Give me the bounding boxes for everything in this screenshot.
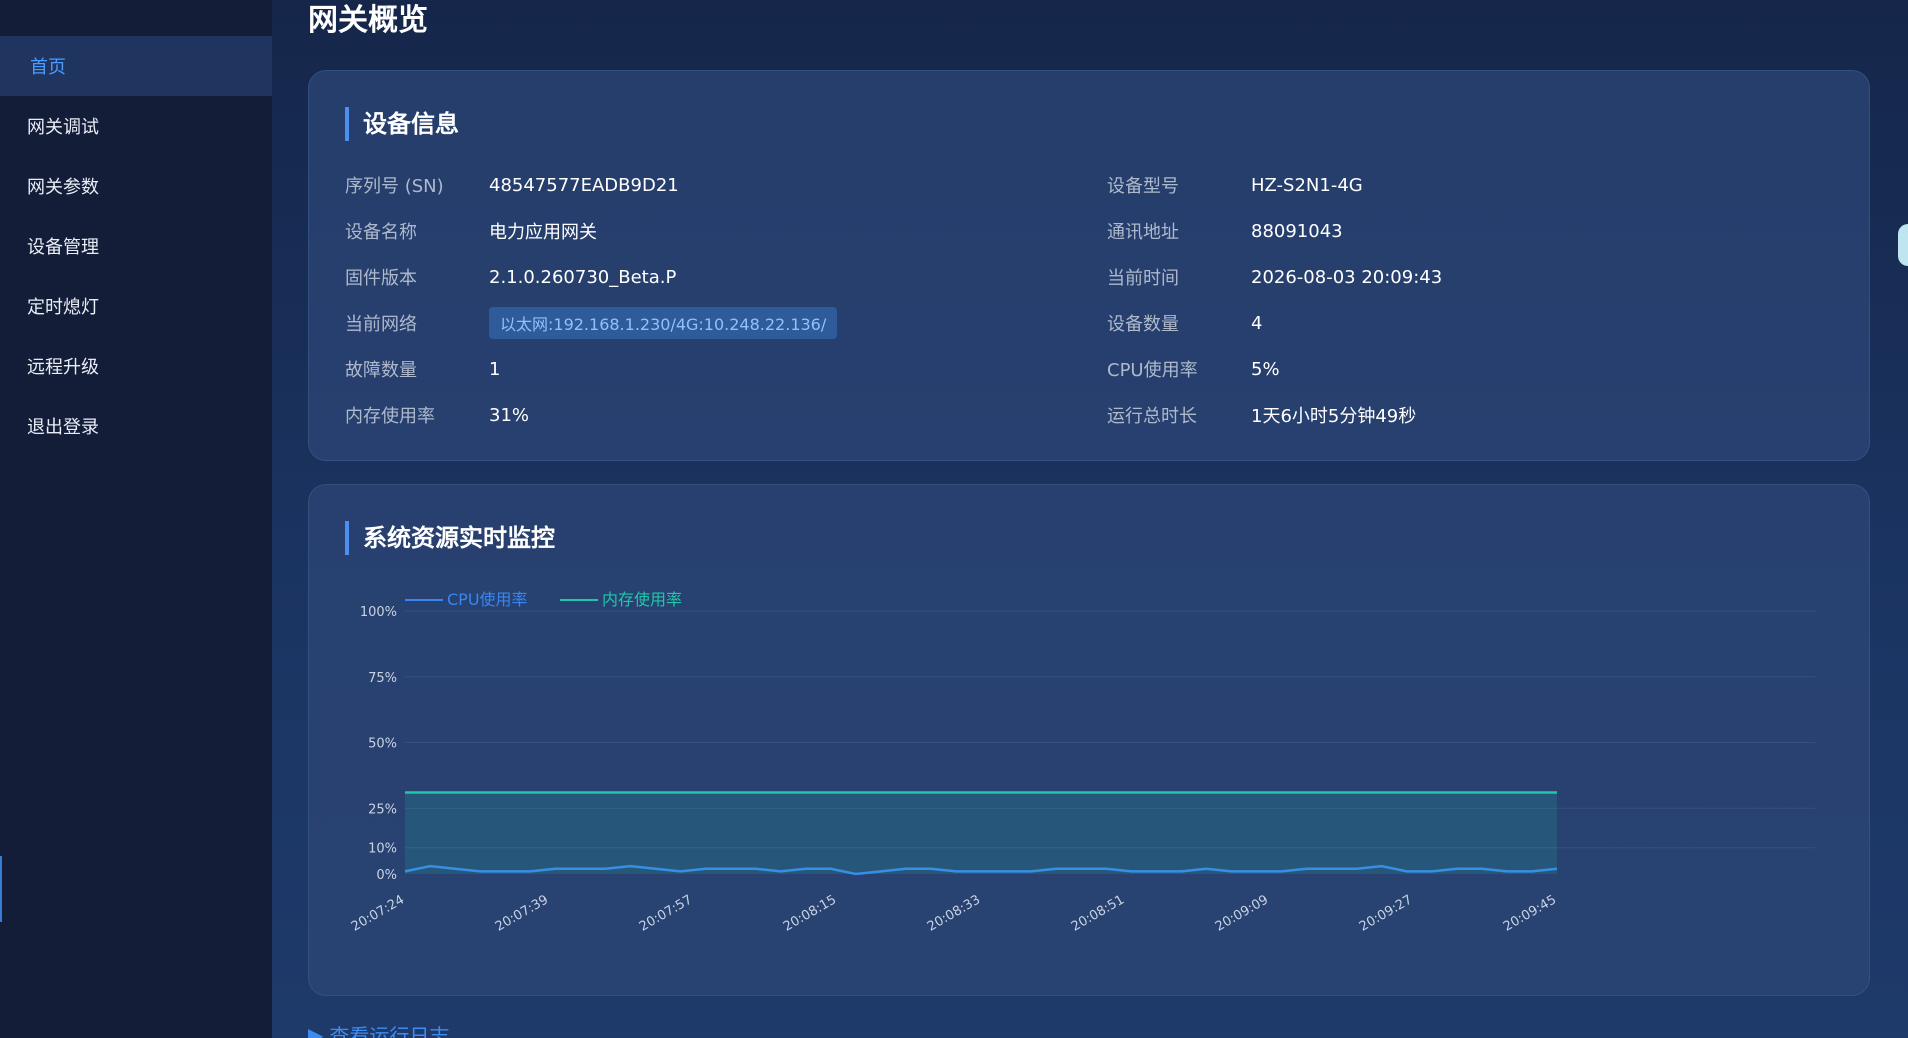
sidebar-item-gateway-params[interactable]: 网关参数 (0, 156, 272, 216)
sidebar-item-gateway-debug[interactable]: 网关调试 (0, 96, 272, 156)
sidebar: 首页 网关调试 网关参数 设备管理 定时熄灯 远程升级 退出登录 (0, 0, 272, 1038)
info-row-comm-address: 通讯地址 88091043 (1107, 217, 1343, 245)
resource-monitor-card: 系统资源实时监控 0% 10% 25% 50% 75% 100% 20:07:24 20:07… (308, 484, 1870, 996)
x-tick-label: 20:09:27 (1357, 892, 1415, 934)
x-tick-label: 20:08:15 (781, 892, 839, 934)
info-label: 固件版本 (345, 268, 417, 289)
info-row-memory-usage: 内存使用率 31% (345, 401, 529, 429)
device-info-title: 设备信息 (345, 107, 459, 141)
x-tick-label: 20:07:39 (493, 892, 551, 934)
page-title: 网关概览 (308, 3, 428, 38)
info-label: 设备数量 (1107, 314, 1179, 335)
info-row-fault-count: 故障数量 1 (345, 355, 500, 383)
y-tick-label: 25% (368, 802, 397, 817)
info-label: CPU使用率 (1107, 360, 1198, 381)
info-value: 2026-08-03 20:09:43 (1251, 266, 1443, 288)
sidebar-scroll-marker (0, 856, 2, 922)
x-tick-label: 20:07:24 (349, 892, 407, 934)
info-value: 2.1.0.260730_Beta.P (489, 266, 677, 288)
info-label: 设备型号 (1107, 176, 1179, 197)
y-tick-label: 50% (368, 737, 397, 752)
view-log-label: 查看运行日志 (329, 1024, 450, 1038)
info-row-network: 当前网络 以太网:192.168.1.230/4G:10.248.22.136/ (345, 307, 838, 339)
sidebar-item-home[interactable]: 首页 (0, 36, 272, 96)
info-value: 4 (1251, 312, 1263, 334)
device-info-card: 设备信息 序列号 (SN) 48547577EADB9D21 设备名称 电力应用… (308, 70, 1870, 461)
info-row-sn: 序列号 (SN) 48547577EADB9D21 (345, 171, 679, 199)
legend-cpu: CPU使用率 (447, 590, 528, 609)
info-label: 当前时间 (1107, 268, 1179, 289)
x-tick-label: 20:09:09 (1213, 892, 1271, 934)
info-value: 1 (489, 358, 501, 380)
floating-handle[interactable] (1898, 224, 1908, 266)
info-value: 5% (1251, 358, 1280, 380)
sidebar-item-device-management[interactable]: 设备管理 (0, 216, 272, 276)
x-tick-label: 20:08:51 (1069, 892, 1127, 934)
info-label: 当前网络 (345, 314, 417, 335)
info-row-device-count: 设备数量 4 (1107, 309, 1262, 337)
info-row-firmware: 固件版本 2.1.0.260730_Beta.P (345, 263, 676, 291)
info-label: 运行总时长 (1107, 406, 1197, 427)
info-row-current-time: 当前时间 2026-08-03 20:09:43 (1107, 263, 1442, 291)
sidebar-item-logout[interactable]: 退出登录 (0, 396, 272, 456)
x-tick-label: 20:08:33 (925, 892, 983, 934)
info-value: 电力应用网关 (489, 222, 597, 243)
main-content: 网关概览 设备信息 序列号 (SN) 48547577EADB9D21 设备名称… (272, 0, 1908, 1038)
info-row-model: 设备型号 HZ-S2N1-4G (1107, 171, 1363, 199)
sidebar-item-remote-upgrade[interactable]: 远程升级 (0, 336, 272, 396)
info-label: 设备名称 (345, 222, 417, 243)
info-row-total-runtime: 运行总时长 1天6小时5分钟49秒 (1107, 401, 1416, 429)
info-row-cpu-usage: CPU使用率 5% (1107, 355, 1280, 383)
triangle-right-icon: ▶ (308, 1022, 324, 1038)
resource-chart: 0% 10% 25% 50% 75% 100% 20:07:24 20:07:39 20:07:… (349, 590, 1815, 935)
info-row-device-name: 设备名称 电力应用网关 (345, 217, 597, 245)
sidebar-item-scheduled-lights-off[interactable]: 定时熄灯 (0, 276, 272, 336)
sidebar-nav: 首页 网关调试 网关参数 设备管理 定时熄灯 远程升级 退出登录 (0, 0, 272, 456)
info-value: 88091043 (1251, 220, 1343, 242)
info-label: 通讯地址 (1107, 222, 1179, 243)
y-tick-label: 100% (360, 605, 397, 620)
info-value: 48547577EADB9D21 (489, 174, 679, 196)
y-tick-label: 10% (368, 842, 397, 857)
info-value: 1天6小时5分钟49秒 (1251, 406, 1417, 427)
info-value: 31% (489, 404, 530, 426)
info-value: HZ-S2N1-4G (1251, 174, 1363, 196)
x-tick-label: 20:07:57 (637, 892, 695, 934)
legend-memory: 内存使用率 (602, 590, 682, 609)
info-label: 序列号 (SN) (345, 176, 444, 197)
info-label: 故障数量 (345, 360, 417, 381)
x-tick-label: 20:09:45 (1501, 892, 1559, 934)
network-badge: 以太网:192.168.1.230/4G:10.248.22.136/ (489, 307, 838, 339)
info-label: 内存使用率 (345, 406, 435, 427)
memory-area (405, 792, 1557, 874)
y-tick-label: 75% (368, 671, 397, 686)
view-log-link[interactable]: ▶ 查看运行日志 (308, 1020, 449, 1038)
y-tick-label: 0% (376, 868, 397, 883)
